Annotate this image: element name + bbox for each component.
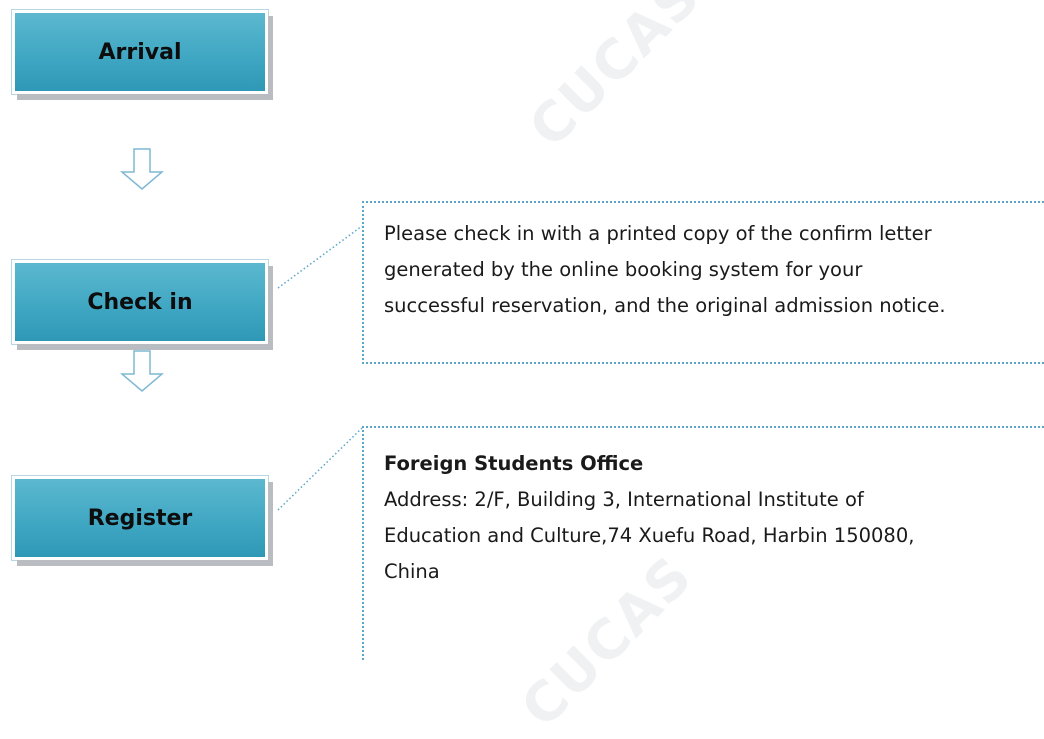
register-note-line: China [384, 560, 440, 583]
step-arrival: Arrival [12, 10, 268, 94]
callout-connector [277, 427, 363, 511]
check-in-note-line: Please check in with a printed copy of t… [384, 222, 932, 245]
step-register-label: Register [87, 505, 193, 531]
watermark-top: CUCAS [517, 0, 713, 159]
down-arrow-icon [120, 350, 164, 392]
step-register: Register [12, 476, 268, 560]
down-arrow-icon [120, 148, 164, 190]
step-check-in-label: Check in [87, 289, 193, 315]
watermark-text: CUCAS [517, 0, 713, 160]
check-in-note-text: Please check in with a printed copy of t… [384, 216, 946, 324]
step-arrival-label: Arrival [98, 39, 182, 65]
check-in-note-line: successful reservation, and the original… [384, 294, 946, 317]
register-note-line: Address: 2/F, Building 3, International … [384, 488, 864, 511]
callout-connector [277, 225, 363, 289]
register-note-heading: Foreign Students Office [384, 452, 644, 475]
check-in-note-line: generated by the online booking system f… [384, 258, 863, 281]
register-note-text: Foreign Students Office Address: 2/F, Bu… [384, 446, 914, 590]
step-check-in: Check in [12, 260, 268, 344]
register-note-line: Education and Culture,74 Xuefu Road, Har… [384, 524, 915, 547]
